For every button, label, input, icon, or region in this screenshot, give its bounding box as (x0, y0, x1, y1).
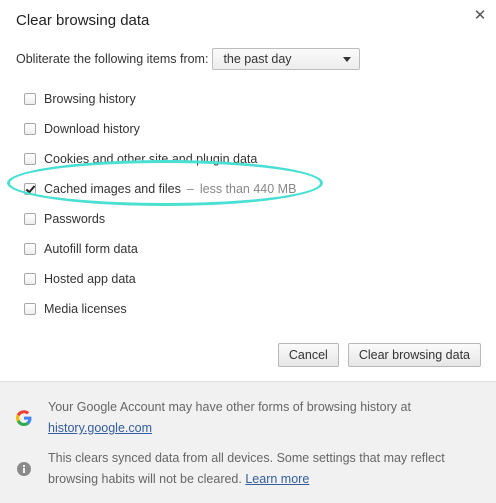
option-label: Browsing history (44, 92, 136, 106)
time-range-label: Obliterate the following items from: (16, 52, 209, 66)
google-note-text: Your Google Account may have other forms… (48, 400, 411, 414)
chevron-down-icon (343, 57, 352, 62)
dialog-title: Clear browsing data (16, 12, 150, 29)
dialog-buttons: Cancel Clear browsing data (277, 343, 481, 367)
option-browsing-history[interactable]: Browsing history (24, 84, 296, 114)
sync-note: This clears synced data from all devices… (48, 448, 468, 490)
time-range-selected: the past day (223, 52, 292, 66)
checkbox-browsing-history[interactable] (24, 93, 36, 105)
time-range-dropdown[interactable]: the past day (212, 48, 361, 70)
info-icon (17, 462, 31, 476)
clear-browsing-data-dialog: Clear browsing data ✕ Obliterate the fol… (0, 0, 496, 503)
time-range-row: Obliterate the following items from: the… (16, 48, 361, 70)
option-label: Download history (44, 122, 140, 136)
clear-browsing-data-button[interactable]: Clear browsing data (347, 343, 481, 367)
option-hosted-app-data[interactable]: Hosted app data (24, 264, 296, 294)
close-icon[interactable]: ✕ (472, 8, 488, 24)
checkbox-cookies[interactable] (24, 153, 36, 165)
checkbox-passwords[interactable] (24, 213, 36, 225)
clear-options-list: Browsing history Download history Cookie… (24, 84, 296, 324)
option-separator: – (186, 182, 194, 196)
option-download-history[interactable]: Download history (24, 114, 296, 144)
google-account-note: Your Google Account may have other forms… (48, 397, 448, 439)
dialog-footer: Your Google Account may have other forms… (0, 381, 496, 503)
checkbox-media-licenses[interactable] (24, 303, 36, 315)
checkbox-hosted-app-data[interactable] (24, 273, 36, 285)
checkbox-cached-images[interactable] (24, 183, 36, 195)
option-label: Passwords (44, 212, 106, 226)
option-label: Autofill form data (44, 242, 138, 256)
option-label: Media licenses (44, 302, 127, 316)
option-label: Hosted app data (44, 272, 136, 286)
option-label: Cached images and files (44, 182, 181, 196)
option-autofill[interactable]: Autofill form data (24, 234, 296, 264)
option-passwords[interactable]: Passwords (24, 204, 296, 234)
checkbox-download-history[interactable] (24, 123, 36, 135)
option-label: Cookies and other site and plugin data (44, 152, 258, 166)
cancel-button[interactable]: Cancel (277, 343, 339, 367)
checkbox-autofill[interactable] (24, 243, 36, 255)
learn-more-link[interactable]: Learn more (245, 472, 309, 486)
cache-size-detail: less than 440 MB (199, 182, 297, 196)
history-google-link[interactable]: history.google.com (48, 421, 152, 435)
option-media-licenses[interactable]: Media licenses (24, 294, 296, 324)
google-icon (16, 410, 32, 426)
option-cached-images[interactable]: Cached images and files – less than 440 … (24, 174, 296, 204)
option-cookies[interactable]: Cookies and other site and plugin data (24, 144, 296, 174)
